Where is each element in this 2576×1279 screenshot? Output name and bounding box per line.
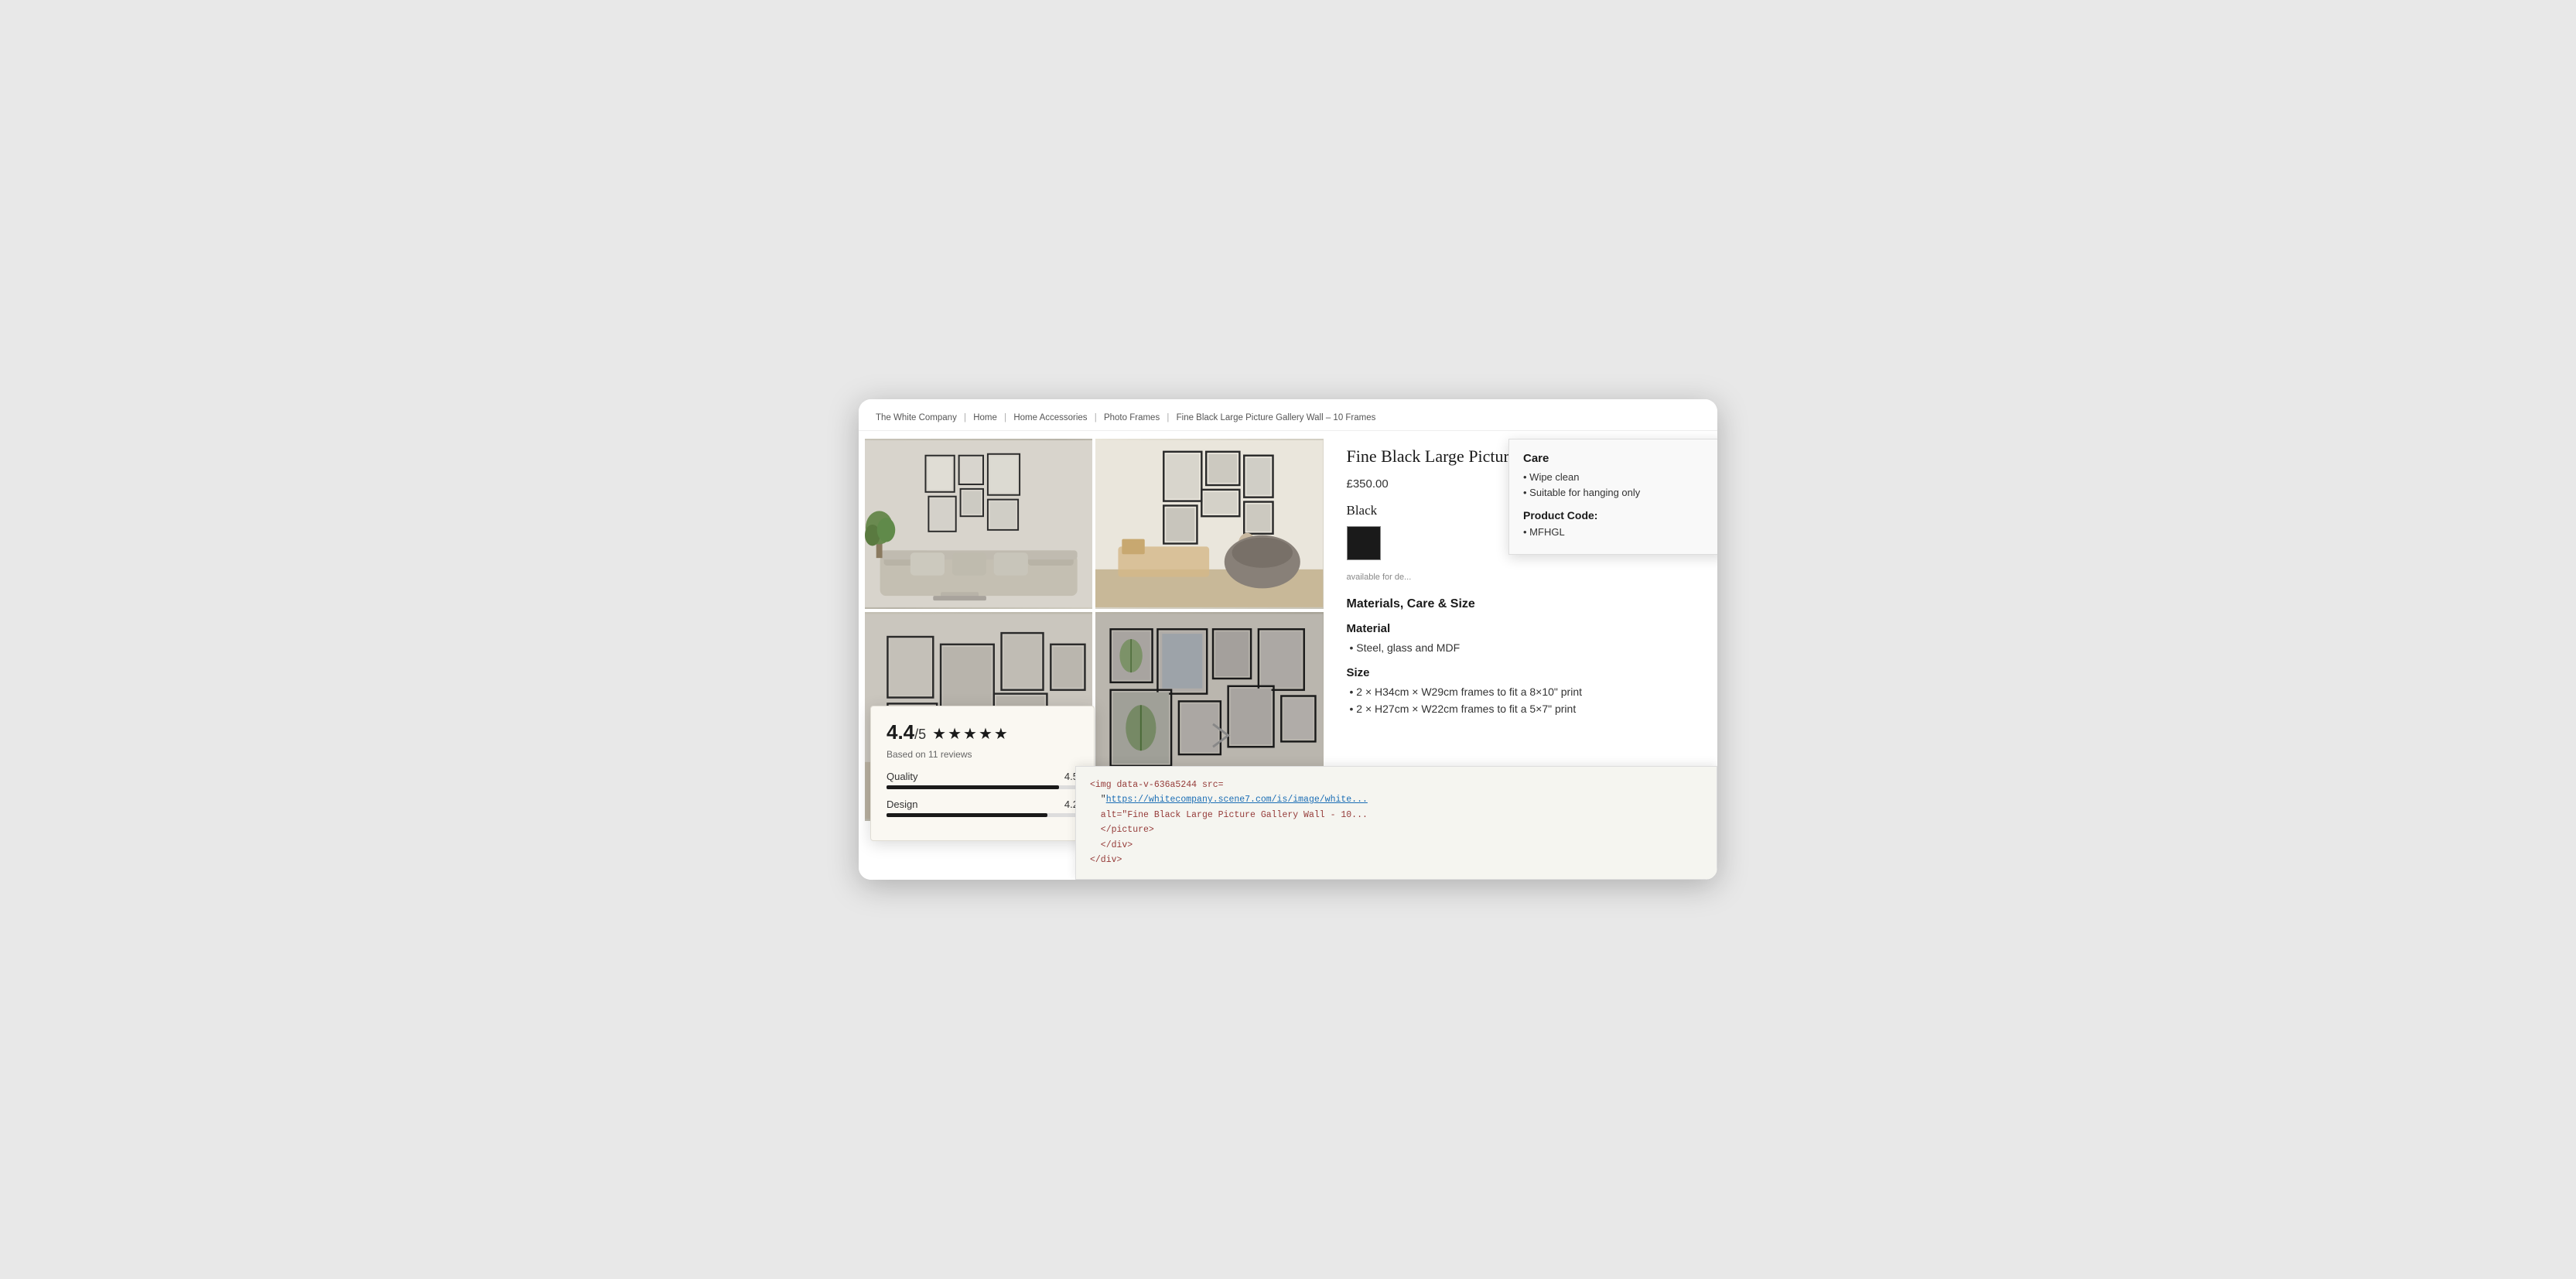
code-attr-data-v: data-v-636a5244 xyxy=(1117,780,1197,790)
care-product-code: • MFHGL xyxy=(1523,526,1710,538)
care-popup-title: Care xyxy=(1523,452,1710,465)
care-popup: Care • Wipe clean • Suitable for hanging… xyxy=(1508,439,1717,555)
star-4: ★ xyxy=(979,724,992,744)
breadcrumb-sep-2: | xyxy=(1004,413,1006,422)
size-item-1: • 2 × H34cm × W29cm frames to fit a 8×10… xyxy=(1347,686,1703,698)
breadcrumb-item-4[interactable]: Photo Frames xyxy=(1104,413,1160,422)
size-title: Size xyxy=(1347,666,1703,679)
main-content: Care • Wipe clean • Suitable for hanging… xyxy=(859,431,1717,880)
star-half: ★ xyxy=(994,724,1008,744)
code-tag-img: <img xyxy=(1090,780,1112,790)
design-bar-row: Design 4.2 xyxy=(887,799,1078,817)
materials-section: Materials, Care & Size Material • Steel,… xyxy=(1347,597,1703,715)
care-item-1: • Wipe clean xyxy=(1523,471,1710,483)
breadcrumb-sep-4: | xyxy=(1167,413,1169,422)
star-1: ★ xyxy=(932,724,946,744)
code-line-5: </div> xyxy=(1090,838,1703,853)
rating-denom: /5 xyxy=(914,727,926,743)
rating-card: 4.4 /5 ★ ★ ★ ★ ★ Based on 11 reviews Qua… xyxy=(870,706,1095,841)
breadcrumb-sep-3: | xyxy=(1095,413,1097,422)
quality-bar-label: Quality 4.5 xyxy=(887,771,1078,782)
quality-bar-track xyxy=(887,785,1078,789)
browser-window: The White Company | Home | Home Accessor… xyxy=(859,399,1717,880)
code-line-1: <img data-v-636a5244 src= xyxy=(1090,778,1703,793)
star-3: ★ xyxy=(963,724,977,744)
design-bar-label: Design 4.2 xyxy=(887,799,1078,810)
breadcrumb-item-1[interactable]: The White Company xyxy=(876,413,957,422)
size-subsection: Size • 2 × H34cm × W29cm frames to fit a… xyxy=(1347,666,1703,715)
color-swatch-black[interactable] xyxy=(1347,526,1381,560)
quality-bar-row: Quality 4.5 xyxy=(887,771,1078,789)
material-item-1: • Steel, glass and MDF xyxy=(1347,641,1703,654)
product-image-1[interactable] xyxy=(865,439,1092,609)
code-url[interactable]: https://whitecompany.scene7.com/is/image… xyxy=(1106,795,1368,805)
code-line-2: "https://whitecompany.scene7.com/is/imag… xyxy=(1090,792,1703,808)
breadcrumb-sep-1: | xyxy=(964,413,966,422)
breadcrumb-item-5[interactable]: Fine Black Large Picture Gallery Wall – … xyxy=(1177,413,1376,422)
code-line-3: alt="Fine Black Large Picture Gallery Wa… xyxy=(1090,808,1703,823)
stars-row: ★ ★ ★ ★ ★ xyxy=(932,724,1008,744)
material-subsection: Material • Steel, glass and MDF xyxy=(1347,622,1703,654)
quality-bar-fill xyxy=(887,785,1059,789)
material-title: Material xyxy=(1347,622,1703,635)
breadcrumb: The White Company | Home | Home Accessor… xyxy=(859,399,1717,431)
breadcrumb-item-3[interactable]: Home Accessories xyxy=(1013,413,1087,422)
availability-note: available for de... xyxy=(1347,573,1703,582)
rating-header: 4.4 /5 ★ ★ ★ ★ ★ xyxy=(887,720,1078,744)
care-item-2: • Suitable for hanging only xyxy=(1523,487,1710,498)
rating-score: 4.4 xyxy=(887,720,914,744)
code-line-4: </picture> xyxy=(1090,822,1703,838)
breadcrumb-item-2[interactable]: Home xyxy=(973,413,997,422)
size-item-2: • 2 × H27cm × W22cm frames to fit a 5×7"… xyxy=(1347,703,1703,715)
reviews-count: Based on 11 reviews xyxy=(887,749,1078,760)
design-bar-fill xyxy=(887,813,1047,817)
design-bar-track xyxy=(887,813,1078,817)
section-title: Materials, Care & Size xyxy=(1347,597,1703,611)
product-image-2[interactable] xyxy=(1095,439,1323,609)
star-2: ★ xyxy=(948,724,962,744)
code-attr-src: src= xyxy=(1202,780,1224,790)
care-product-code-title: Product Code: xyxy=(1523,509,1710,522)
code-line-6: </div> xyxy=(1090,853,1703,868)
code-inspector: <img data-v-636a5244 src= "https://white… xyxy=(1075,766,1717,880)
